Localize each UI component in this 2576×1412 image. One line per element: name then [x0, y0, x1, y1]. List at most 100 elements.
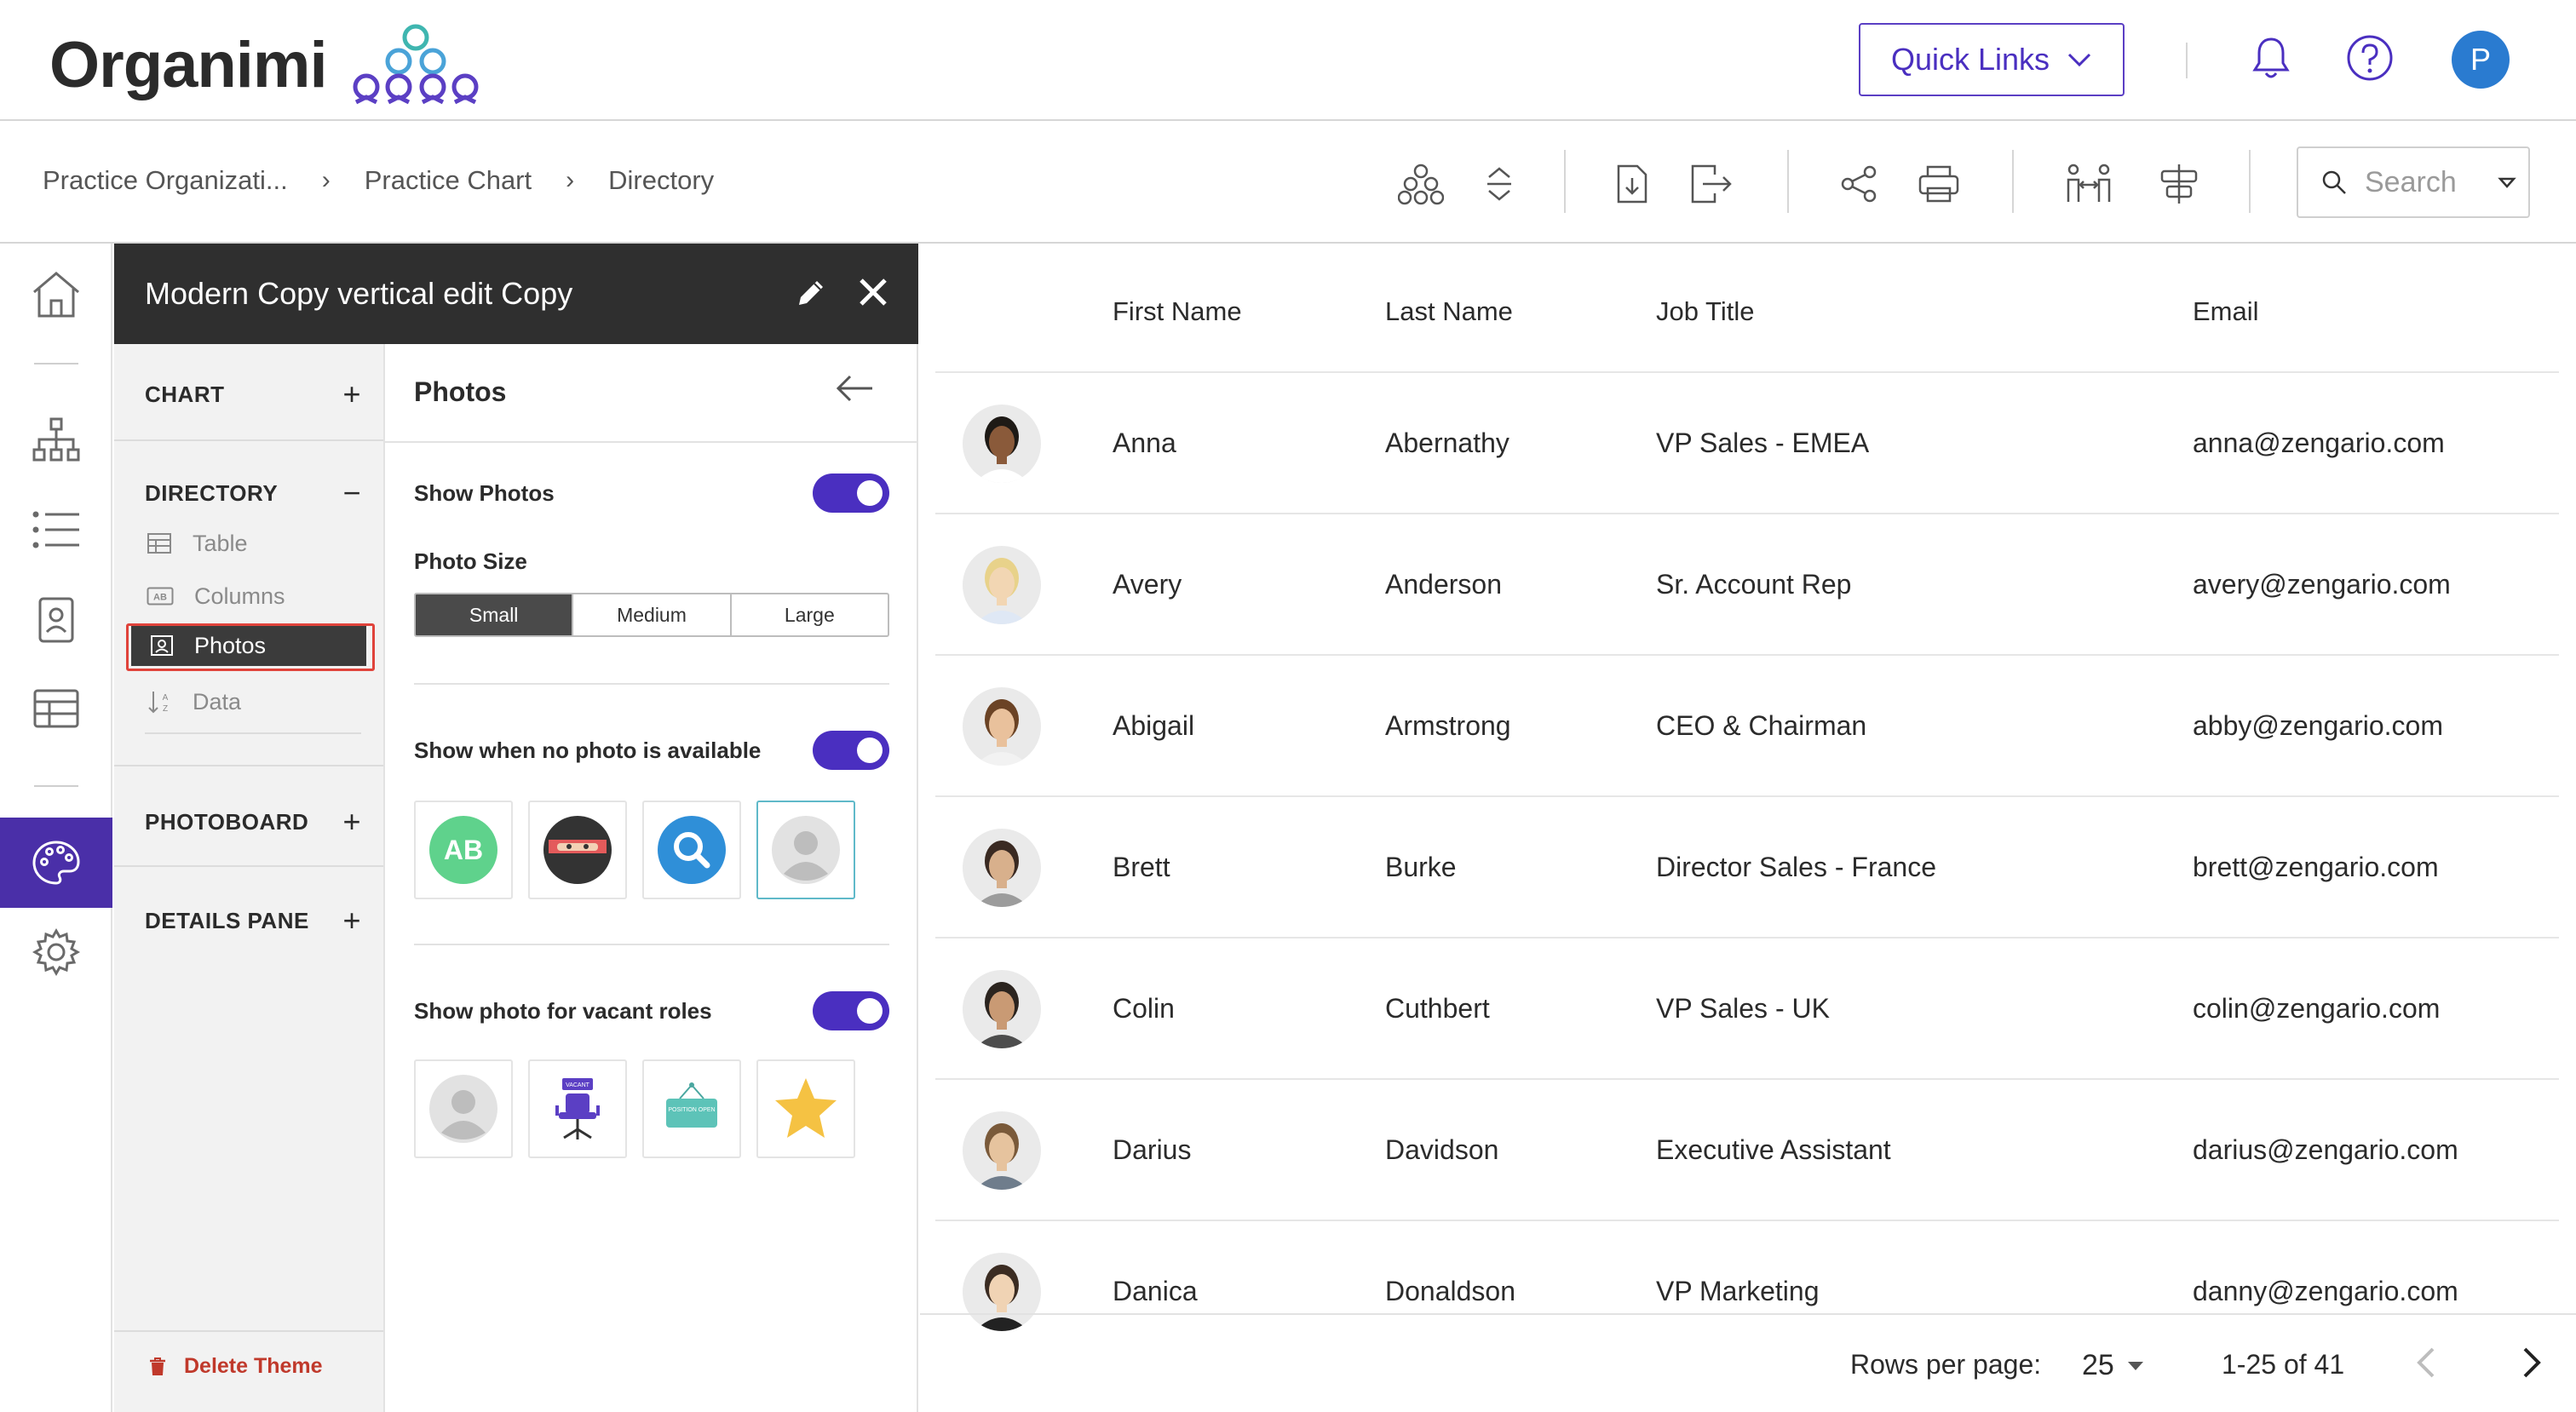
cell-email[interactable]: darius@zengario.com: [2193, 1134, 2458, 1166]
org-chart-icon[interactable]: [1394, 157, 1448, 211]
show-photos-toggle[interactable]: [813, 474, 889, 513]
left-nav-rail: [0, 244, 112, 1412]
notifications-bell-icon[interactable]: [2244, 31, 2298, 85]
size-large-button[interactable]: Large: [732, 594, 888, 635]
row-divider: [935, 937, 2559, 938]
quick-links-button[interactable]: Quick Links: [1859, 23, 2125, 96]
cell-first-name: Avery: [1113, 569, 1182, 600]
list-view-icon[interactable]: [26, 499, 87, 560]
vacant-chair-option[interactable]: VACANT: [528, 1059, 627, 1158]
toolbar-divider: [2249, 150, 2251, 213]
search-icon: [2322, 170, 2346, 194]
back-arrow-icon[interactable]: [835, 373, 874, 404]
no-photo-toggle[interactable]: [813, 731, 889, 770]
breadcrumb-chevron-icon: ›: [321, 166, 331, 194]
placeholder-ninja-option[interactable]: [528, 801, 627, 899]
toolbar: Practice Organizati... › Practice Chart …: [0, 121, 2576, 244]
column-header-job-title[interactable]: Job Title: [1656, 296, 1754, 327]
table-view-icon[interactable]: [26, 678, 87, 739]
trash-icon: [150, 1357, 165, 1375]
cell-last-name: Abernathy: [1385, 428, 1509, 458]
edit-pencil-icon[interactable]: [794, 276, 828, 310]
search-dropdown-caret-icon[interactable]: [2498, 174, 2516, 192]
expand-plus-icon[interactable]: +: [342, 376, 361, 412]
org-chart-nav-icon[interactable]: [26, 409, 87, 470]
expand-plus-icon[interactable]: +: [342, 804, 361, 840]
app-header: Organimi Quick Links P: [0, 0, 2576, 121]
section-photoboard-label: PHOTOBOARD: [145, 808, 309, 835]
placeholder-initials: AB: [444, 835, 483, 865]
theme-title: Modern Copy vertical edit Copy: [145, 276, 573, 311]
nav-item-columns[interactable]: AB Columns: [145, 576, 361, 617]
vacant-position-open-option[interactable]: POSITION OPEN: [642, 1059, 741, 1158]
nav-divider: [114, 865, 383, 867]
align-layout-icon[interactable]: [2152, 157, 2206, 211]
vacant-roles-toggle[interactable]: [813, 991, 889, 1030]
cell-first-name: Darius: [1113, 1134, 1192, 1165]
svg-text:Z: Z: [163, 704, 168, 714]
placeholder-search-option[interactable]: [642, 801, 741, 899]
share-icon[interactable]: [1831, 157, 1886, 211]
theme-panel-header: Modern Copy vertical edit Copy: [114, 244, 918, 344]
nav-item-data[interactable]: AZ Data: [145, 681, 361, 722]
nav-item-table[interactable]: Table: [145, 523, 361, 564]
section-directory-label: DIRECTORY: [145, 479, 279, 506]
person-photo: [963, 1111, 1041, 1190]
row-divider: [935, 654, 2559, 656]
close-icon[interactable]: [857, 276, 889, 308]
delete-theme-button[interactable]: Delete Theme: [148, 1354, 323, 1379]
vacant-silhouette-option[interactable]: [414, 1059, 513, 1158]
print-icon[interactable]: [1912, 157, 1966, 211]
cell-email[interactable]: danny@zengario.com: [2193, 1276, 2458, 1307]
section-chart-label: CHART: [145, 381, 225, 407]
cell-email[interactable]: colin@zengario.com: [2193, 993, 2440, 1025]
breadcrumb-organization[interactable]: Practice Organizati...: [43, 165, 288, 196]
cell-email[interactable]: brett@zengario.com: [2193, 852, 2439, 883]
breadcrumb-chevron-icon: ›: [566, 166, 575, 194]
rows-per-page-select[interactable]: 25: [2082, 1349, 2145, 1382]
header-divider: [2186, 43, 2188, 78]
size-medium-button[interactable]: Medium: [573, 594, 732, 635]
expand-collapse-icon[interactable]: [1472, 157, 1527, 211]
search-box[interactable]: Search: [2297, 146, 2530, 218]
people-connections-icon[interactable]: [2061, 157, 2116, 211]
column-header-email[interactable]: Email: [2193, 296, 2259, 327]
position-open-text: POSITION OPEN: [668, 1107, 715, 1113]
cell-email[interactable]: avery@zengario.com: [2193, 569, 2451, 600]
user-avatar[interactable]: P: [2452, 31, 2510, 89]
rail-divider: [34, 363, 78, 364]
silhouette-avatar-icon: [429, 1075, 497, 1143]
chevron-down-icon: [2067, 53, 2091, 67]
collapse-minus-icon[interactable]: −: [342, 475, 361, 511]
directory-card-icon[interactable]: [26, 589, 87, 651]
breadcrumb-chart[interactable]: Practice Chart: [365, 165, 532, 196]
theme-palette-nav[interactable]: [0, 818, 112, 908]
home-icon[interactable]: [26, 264, 87, 325]
cell-first-name: Colin: [1113, 993, 1175, 1024]
column-header-first-name[interactable]: First Name: [1113, 296, 1242, 327]
placeholder-initials-option[interactable]: AB: [414, 801, 513, 899]
column-header-last-name[interactable]: Last Name: [1385, 296, 1513, 327]
export-icon[interactable]: [1685, 157, 1739, 211]
previous-page-chevron-icon[interactable]: [2416, 1346, 2436, 1386]
person-photo: [963, 970, 1041, 1048]
breadcrumb: Practice Organizati... › Practice Chart …: [43, 165, 714, 196]
import-icon[interactable]: [1605, 157, 1659, 211]
placeholder-silhouette-option[interactable]: [756, 801, 855, 899]
cell-email[interactable]: anna@zengario.com: [2193, 428, 2445, 459]
section-directory[interactable]: DIRECTORY −: [145, 475, 361, 511]
vacant-badge-text: VACANT: [566, 1082, 590, 1088]
vacant-star-option[interactable]: [756, 1059, 855, 1158]
next-page-chevron-icon[interactable]: [2521, 1346, 2542, 1386]
size-small-button[interactable]: Small: [416, 594, 574, 635]
section-details-pane[interactable]: DETAILS PANE +: [145, 903, 361, 938]
person-photo: [963, 829, 1041, 907]
settings-divider: [414, 944, 889, 945]
help-icon[interactable]: [2343, 31, 2397, 85]
cell-email[interactable]: abby@zengario.com: [2193, 710, 2443, 742]
expand-plus-icon[interactable]: +: [342, 903, 361, 938]
settings-gear-icon[interactable]: [26, 921, 87, 983]
organimi-logo[interactable]: Organimi: [49, 24, 482, 106]
section-chart[interactable]: CHART +: [145, 376, 361, 412]
section-photoboard[interactable]: PHOTOBOARD +: [145, 804, 361, 840]
